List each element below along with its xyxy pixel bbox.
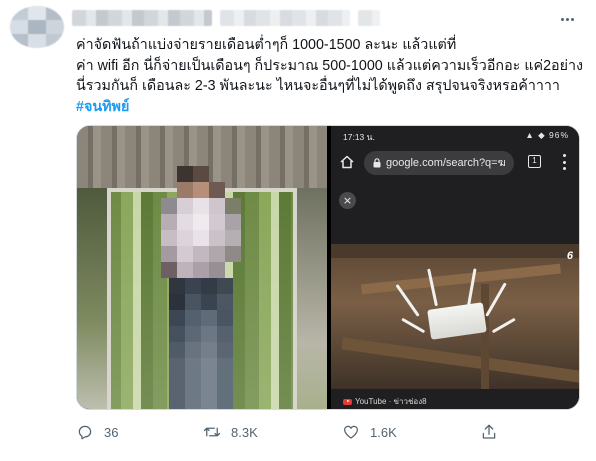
phone-status-bar: 17:13 น. ▲ ◆ 96%: [331, 126, 579, 144]
photo-person-pixelated[interactable]: [77, 126, 327, 409]
lock-icon: [373, 158, 381, 168]
share-button[interactable]: [480, 420, 498, 444]
retweet-icon: [203, 427, 221, 437]
reply-count: 36: [104, 424, 119, 440]
caption-text: YouTube · ข่าวช่อง8: [355, 397, 427, 406]
reply-icon: [78, 425, 92, 440]
tweet: ค่าจัดฟันถ้าแบ่งจ่ายรายเดือนต่ำๆก็ 1000-…: [0, 0, 596, 461]
tweet-text-line: ค่า wifi อีก นี่ก็จ่ายเป็นเดือนๆ ก็ประมา…: [76, 57, 584, 74]
tweet-actions: 36 8.3K 1.6K: [76, 420, 516, 444]
like-count: 1.6K: [370, 424, 397, 440]
retweet-count: 8.3K: [231, 424, 258, 440]
url-text: google.com/search?q=ฆ: [386, 157, 506, 169]
url-field: google.com/search?q=ฆ: [364, 151, 514, 175]
tweet-text-line: นี่รวมกันก็ เดือนละ 2-3 พันละนะ ไหนจะอื่…: [76, 78, 560, 94]
browser-toolbar: google.com/search?q=ฆ 1: [331, 148, 579, 178]
media-grid: 17:13 น. ▲ ◆ 96% google.com/search?q=ฆ 1…: [76, 125, 580, 410]
router: [427, 302, 487, 340]
youtube-icon: [343, 398, 352, 405]
tweet-header: [72, 8, 587, 30]
like-icon: [343, 425, 359, 439]
avatar[interactable]: [10, 6, 64, 48]
home-icon: [340, 155, 354, 169]
menu-icon: [563, 154, 567, 170]
author-handle-redacted[interactable]: [220, 10, 350, 26]
hashtag-link[interactable]: #จนทิพย์: [76, 99, 129, 115]
pixelated-person: [155, 166, 247, 409]
status-time: 17:13 น.: [343, 132, 375, 142]
tweet-text: ค่าจัดฟันถ้าแบ่งจ่ายรายเดือนต่ำๆก็ 1000-…: [76, 35, 586, 117]
tab-count-icon: 1: [528, 155, 541, 168]
status-icons: ▲ ◆ 96%: [525, 130, 569, 140]
author-name-redacted[interactable]: [72, 10, 212, 26]
retweet-button[interactable]: 8.3K: [203, 420, 258, 444]
photo-phone-screenshot[interactable]: 17:13 น. ▲ ◆ 96% google.com/search?q=ฆ 1…: [331, 126, 579, 409]
close-icon: ×: [339, 192, 356, 209]
tweet-text-line: ค่าจัดฟันถ้าแบ่งจ่ายรายเดือนต่ำๆก็ 1000-…: [76, 37, 457, 53]
more-icon[interactable]: [555, 8, 579, 30]
share-icon: [482, 424, 496, 439]
like-button[interactable]: 1.6K: [342, 420, 397, 444]
channel-logo: 6: [566, 250, 573, 262]
reply-button[interactable]: 36: [76, 420, 118, 444]
video-frame-router: 6: [331, 244, 579, 389]
timestamp-redacted[interactable]: [358, 10, 380, 26]
video-caption: YouTube · ข่าวช่อง8: [343, 395, 427, 408]
